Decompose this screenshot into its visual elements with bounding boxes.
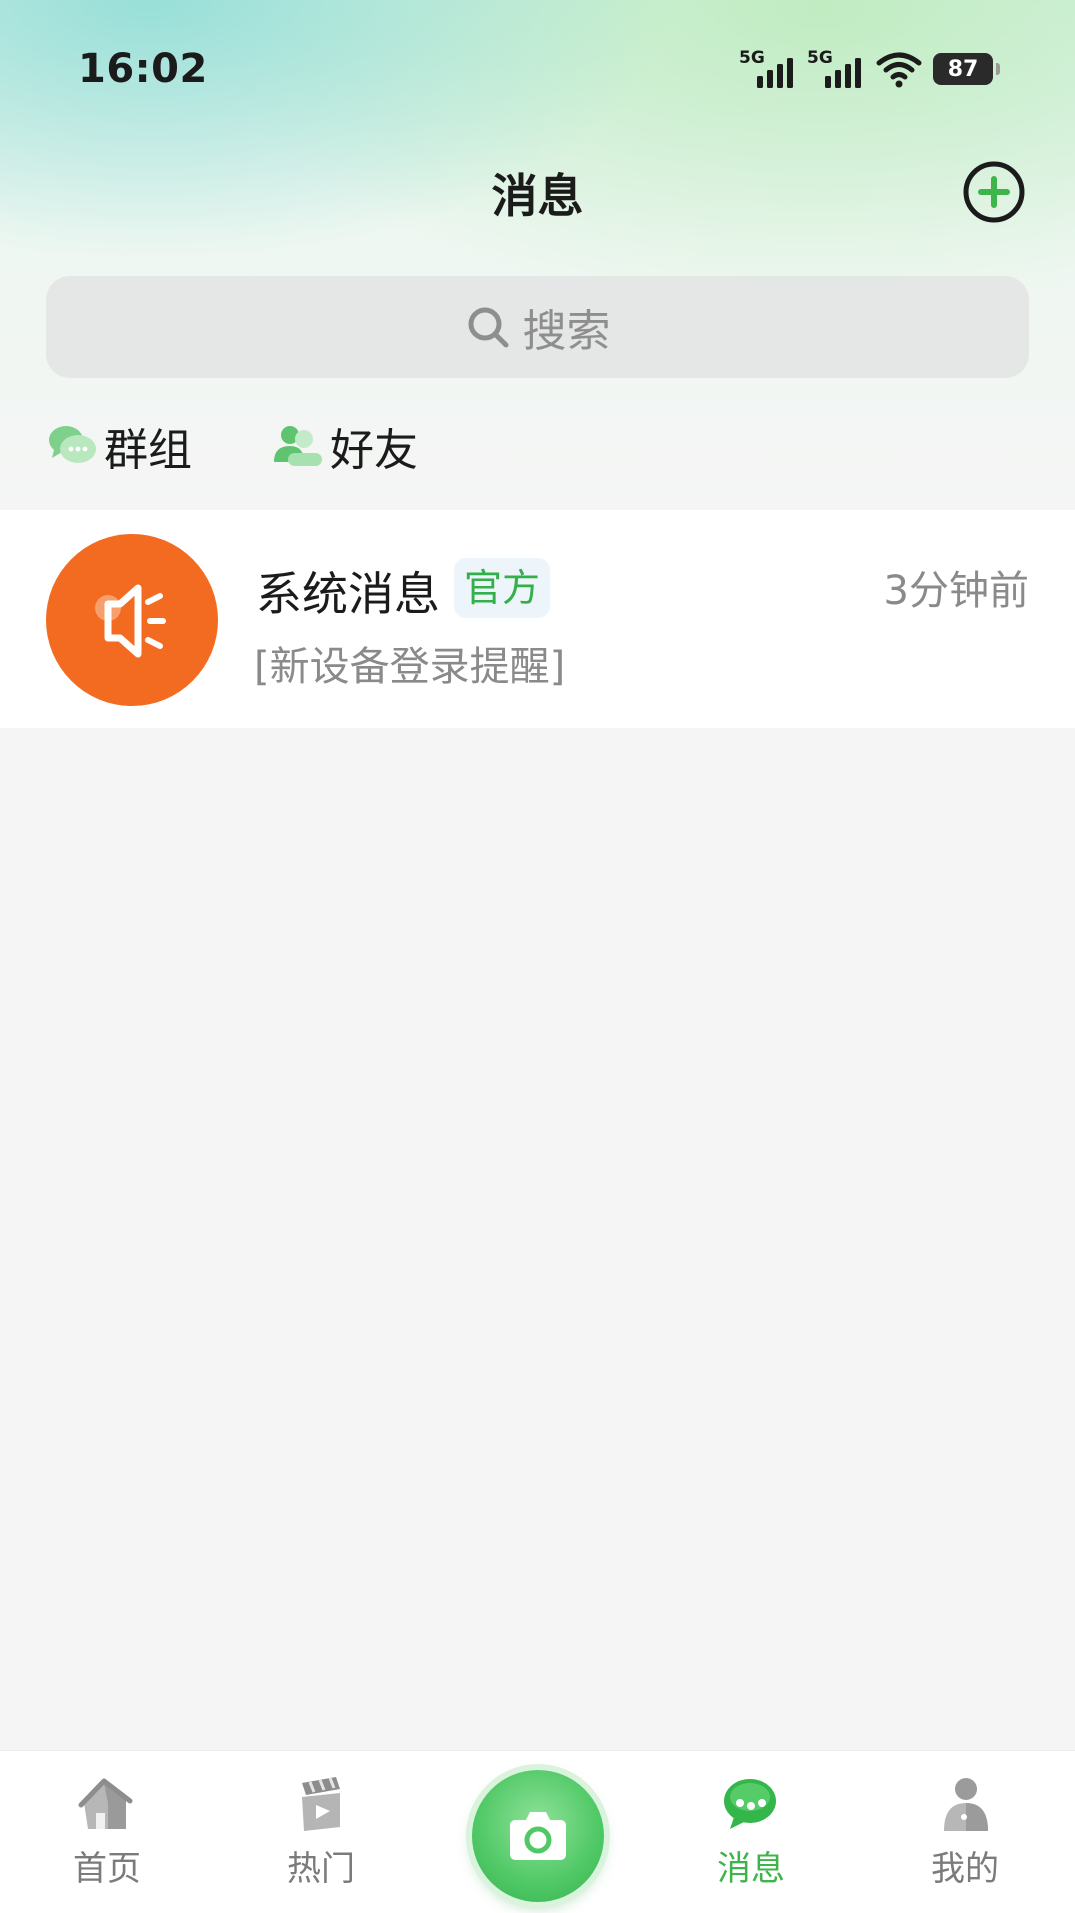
camera-button[interactable]: [472, 1770, 604, 1902]
message-time: 3分钟前: [883, 568, 1029, 614]
official-badge: 官方: [454, 558, 551, 618]
megaphone-icon: [95, 584, 166, 658]
tab-hot[interactable]: 热门: [246, 1773, 396, 1890]
message-preview: [新设备登录提醒]: [254, 644, 566, 690]
add-button[interactable]: [962, 160, 1026, 224]
home-icon: [78, 1778, 133, 1829]
video-icon: [302, 1777, 340, 1831]
avatar: [46, 534, 218, 706]
groups-link[interactable]: 群组: [46, 414, 192, 478]
status-time: 16:02: [78, 46, 208, 92]
list-item[interactable]: 系统消息 官方 3分钟前 [新设备登录提醒]: [0, 510, 1075, 728]
groups-label: 群组: [104, 425, 192, 476]
search-icon: [468, 307, 508, 348]
message-icon: [724, 1779, 776, 1829]
battery-indicator: 87: [933, 53, 1000, 85]
wifi-icon: [876, 52, 922, 88]
cellular-signal-icon: 5G: [739, 48, 797, 90]
cellular-signal-icon: 5G: [807, 48, 865, 90]
tab-home[interactable]: 首页: [32, 1773, 182, 1890]
tab-hot-label: 热门: [287, 1849, 355, 1889]
search-input[interactable]: 搜索: [46, 276, 1029, 378]
friends-link[interactable]: 好友: [272, 414, 418, 478]
tab-messages[interactable]: 消息: [676, 1773, 826, 1890]
search-placeholder: 搜索: [522, 306, 611, 357]
profile-icon: [944, 1778, 988, 1831]
tab-profile[interactable]: 我的: [890, 1773, 1040, 1890]
quick-links: 群组 好友: [46, 408, 498, 484]
status-bar: 16:02 5G 5G 87: [0, 0, 1075, 140]
plus-circle-icon: [963, 161, 1025, 223]
page-title: 消息: [491, 169, 584, 223]
tab-profile-label: 我的: [931, 1849, 999, 1889]
battery-level: 87: [947, 56, 979, 82]
group-chat-icon: [49, 426, 96, 463]
tab-messages-label: 消息: [717, 1849, 785, 1889]
camera-icon: [510, 1812, 566, 1860]
tab-home-label: 首页: [73, 1849, 141, 1889]
friends-icon: [274, 426, 322, 466]
message-title: 系统消息: [256, 567, 440, 621]
status-icons: 5G 5G 87: [739, 48, 1000, 90]
friends-label: 好友: [330, 425, 418, 476]
